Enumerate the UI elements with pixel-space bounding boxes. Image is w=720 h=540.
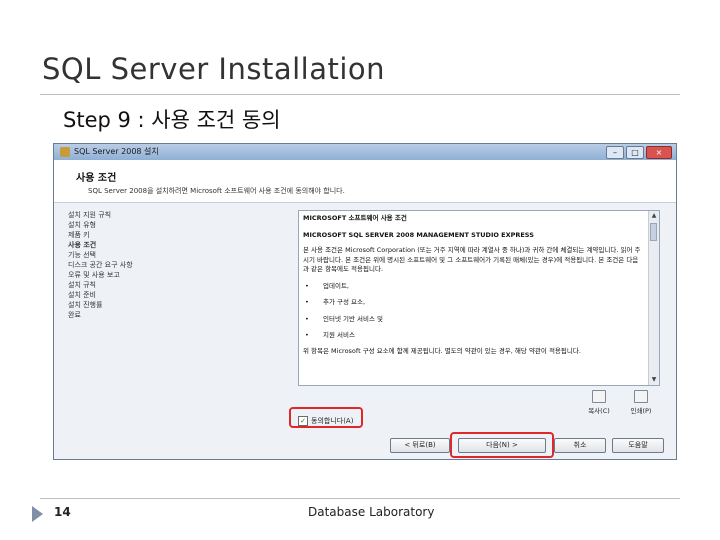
title-divider	[40, 94, 680, 95]
highlight-box-next	[450, 432, 554, 458]
print-button[interactable]: 인쇄(P)	[624, 390, 658, 415]
back-button[interactable]: < 뒤로(B)	[390, 438, 450, 453]
license-list-item: 지원 서비스	[303, 331, 641, 341]
scroll-down-icon[interactable]: ▼	[650, 376, 658, 384]
app-icon	[60, 147, 70, 157]
license-text: MICROSOFT 소프트웨어 사용 조건 MICROSOFT SQL SERV…	[303, 214, 641, 356]
footer-arrow-icon	[32, 506, 43, 522]
step-item[interactable]: 디스크 공간 요구 사항	[68, 260, 178, 270]
wizard-header: 사용 조건 SQL Server 2008을 설치하려면 Microsoft 소…	[54, 160, 676, 203]
step-item[interactable]: 설치 지원 규칙	[68, 210, 178, 220]
license-text-box[interactable]: MICROSOFT 소프트웨어 사용 조건 MICROSOFT SQL SERV…	[298, 210, 660, 386]
footer-divider	[40, 498, 680, 499]
copy-label: 복사(C)	[588, 407, 610, 415]
step-item[interactable]: 설치 준비	[68, 290, 178, 300]
wizard-page-title: 사용 조건	[76, 173, 117, 184]
minimize-button[interactable]: –	[606, 146, 624, 159]
copy-icon	[592, 390, 606, 403]
page-number: 14	[54, 505, 71, 519]
copy-button[interactable]: 복사(C)	[582, 390, 616, 415]
step-item[interactable]: 기능 선택	[68, 250, 178, 260]
license-list-item: 인터넷 기반 서비스 및	[303, 315, 641, 325]
step-item-current[interactable]: 사용 조건	[68, 240, 178, 250]
license-list-item: 업데이트,	[303, 282, 641, 292]
close-button[interactable]: ×	[646, 146, 672, 159]
window-titlebar[interactable]: SQL Server 2008 설치 – □ ×	[54, 144, 676, 160]
scroll-thumb[interactable]	[650, 223, 657, 241]
scroll-up-icon[interactable]: ▲	[650, 212, 658, 220]
license-list-item: 추가 구성 요소,	[303, 298, 641, 308]
wizard-page-description: SQL Server 2008을 설치하려면 Microsoft 소프트웨어 사…	[88, 187, 345, 195]
help-button[interactable]: 도움말	[612, 438, 664, 453]
step-item[interactable]: 완료	[68, 310, 178, 320]
footer-label: Database Laboratory	[308, 505, 435, 519]
cancel-button[interactable]: 취소	[554, 438, 606, 453]
license-paragraph: 본 사용 조건은 Microsoft Corporation (또는 거주 지역…	[303, 246, 641, 273]
step-item[interactable]: 오류 및 사용 보고	[68, 270, 178, 280]
slide-title: SQL Server Installation	[42, 52, 386, 86]
wizard-steps-list: 설치 지원 규칙 설치 유형 제품 키 사용 조건 기능 선택 디스크 공간 요…	[68, 210, 178, 320]
step-heading: Step 9 : 사용 조건 동의	[63, 108, 281, 132]
maximize-button[interactable]: □	[626, 146, 644, 159]
license-product: MICROSOFT SQL SERVER 2008 MANAGEMENT STU…	[303, 230, 534, 239]
license-footer-text: 위 항목은 Microsoft 구성 요소에 함께 제공됩니다. 별도의 약관이…	[303, 346, 581, 355]
step-item[interactable]: 설치 유형	[68, 220, 178, 230]
step-item[interactable]: 설치 규칙	[68, 280, 178, 290]
print-label: 인쇄(P)	[630, 407, 652, 415]
installer-window: SQL Server 2008 설치 – □ × 사용 조건 SQL Serve…	[53, 143, 677, 460]
step-item[interactable]: 설치 진행률	[68, 300, 178, 310]
print-icon	[634, 390, 648, 403]
window-title: SQL Server 2008 설치	[74, 147, 159, 156]
license-heading: MICROSOFT 소프트웨어 사용 조건	[303, 214, 407, 222]
highlight-box-agree	[289, 407, 363, 428]
license-scrollbar[interactable]: ▲ ▼	[648, 211, 659, 385]
step-item[interactable]: 제품 키	[68, 230, 178, 240]
